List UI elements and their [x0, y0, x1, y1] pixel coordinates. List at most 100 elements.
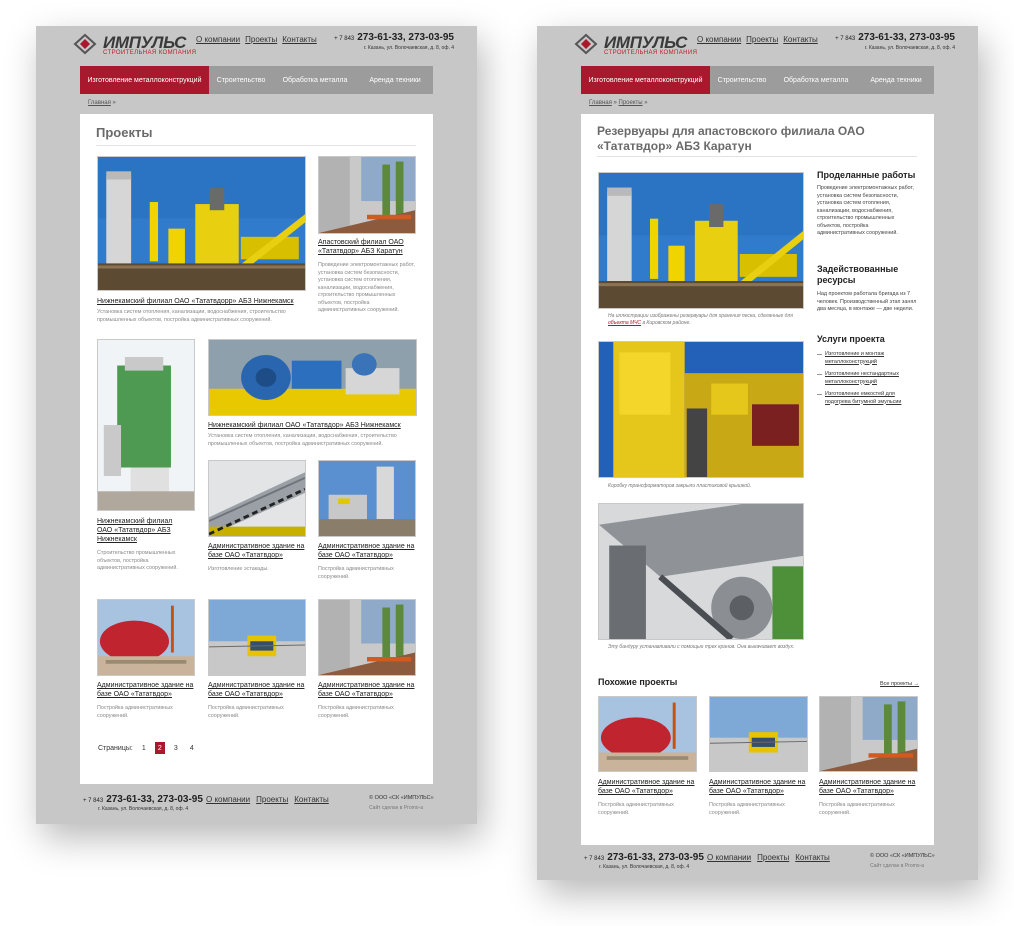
works-text: Проведение электромонтажных работ, устан… — [817, 185, 914, 236]
project-photo[interactable] — [208, 339, 417, 416]
project-link[interactable]: Административное здание на базе ОАО «Тат… — [208, 542, 306, 560]
project-desc: Проведение электромонтажных работ, устан… — [318, 262, 415, 313]
menu-metal-structures[interactable]: Изготовление металлоконструкций — [80, 66, 209, 94]
menu-construction[interactable]: Строительство — [710, 66, 774, 94]
brand-tagline: СТРОИТЕЛЬНАЯ КОМПАНИЯ — [604, 50, 698, 56]
nav-projects[interactable]: Проекты — [245, 35, 277, 44]
project-photo[interactable] — [318, 599, 416, 676]
footer-copyright: © ООО «СК «ИМПУЛЬС» — [870, 853, 935, 859]
footer-nav-contacts[interactable]: Контакты — [795, 853, 830, 862]
project-link[interactable]: Нижнекамский филиал ОАО «Тататвдорр» АБЗ… — [97, 297, 306, 306]
photo-note: На иллюстрации изображены резервуары для… — [608, 313, 793, 326]
project-photo[interactable] — [97, 156, 306, 291]
project-gallery-photo[interactable] — [598, 341, 804, 478]
breadcrumb-home[interactable]: Главная — [88, 100, 111, 106]
project-desc: Постройка административных сооружений. — [97, 705, 173, 719]
project-photo[interactable] — [208, 460, 306, 537]
site-footer: + 7 843 273-61-33, 273-03-95 г. Казань, у… — [537, 852, 978, 880]
footer-nav-projects[interactable]: Проекты — [256, 795, 288, 804]
header-address: г. Казань, ул. Волочаевская, д. 8, оф. 4 — [864, 45, 955, 51]
logo-mark-icon — [574, 33, 598, 55]
similar-project-photo[interactable] — [709, 696, 808, 772]
service-item[interactable]: Изготовление емкостей для подогрева биту… — [817, 391, 919, 406]
project-desc: Установка систем отопления, канализации,… — [97, 309, 286, 323]
footer-made-by[interactable]: Сайт сделан в Promo-a — [870, 863, 924, 869]
footer-nav-about[interactable]: О компании — [206, 795, 250, 804]
project-link[interactable]: Апастовский филиал ОАО «Тататвдор» АБЗ К… — [318, 238, 416, 256]
project-photo[interactable] — [97, 339, 195, 511]
project-link[interactable]: Нижнекамский филиал ОАО «Тататвдор» АБЗ … — [208, 421, 417, 430]
all-projects-link[interactable]: Все проекты → — [880, 681, 919, 687]
page-link[interactable]: 1 — [139, 742, 149, 754]
resources-heading: Задействованные ресурсы — [817, 264, 899, 285]
footer-made-by[interactable]: Сайт сделан в Promo-a — [369, 805, 423, 811]
page-link[interactable]: 3 — [171, 742, 181, 754]
page-link[interactable]: 4 — [187, 742, 197, 754]
project-photo[interactable] — [318, 156, 416, 234]
menu-metal-structures[interactable]: Изготовление металлоконструкций — [581, 66, 710, 94]
nav-about[interactable]: О компании — [697, 35, 741, 44]
main-menu: Изготовление металлоконструкций Строител… — [80, 66, 433, 94]
page-project-detail: ИМПУЛЬС СТРОИТЕЛЬНАЯ КОМПАНИЯ О компании… — [537, 26, 978, 880]
similar-projects-heading: Похожие проекты — [598, 677, 678, 687]
similar-project-link[interactable]: Административное здание на базе ОАО «Тат… — [709, 778, 808, 796]
breadcrumb-projects[interactable]: Проекты — [619, 100, 643, 106]
nav-contacts[interactable]: Контакты — [783, 35, 818, 44]
title-divider — [96, 145, 416, 146]
footer-address: г. Казань, ул. Волочаевская, д. 8, оф. 4 — [599, 864, 690, 870]
logo-mark-icon — [73, 33, 97, 55]
footer-nav-about[interactable]: О компании — [707, 853, 751, 862]
footer-nav-projects[interactable]: Проекты — [757, 853, 789, 862]
menu-construction[interactable]: Строительство — [209, 66, 273, 94]
breadcrumb-home[interactable]: Главная — [589, 100, 612, 106]
similar-project-photo[interactable] — [598, 696, 697, 772]
project-gallery-photo[interactable] — [598, 172, 804, 309]
nav-about[interactable]: О компании — [196, 35, 240, 44]
similar-project-link[interactable]: Административное здание на базе ОАО «Тат… — [598, 778, 697, 796]
project-desc: Строительство промышленных объектов, пос… — [97, 550, 178, 571]
menu-equipment-rental[interactable]: Аренда техники — [357, 66, 433, 94]
project-link[interactable]: Административное здание на базе ОАО «Тат… — [97, 681, 195, 699]
project-link[interactable]: Административное здание на базе ОАО «Тат… — [318, 681, 416, 699]
brand-logo[interactable]: ИМПУЛЬС СТРОИТЕЛЬНАЯ КОМПАНИЯ — [574, 33, 709, 57]
project-gallery-photo[interactable] — [598, 503, 804, 640]
header-phone: + 7 843 273-61-33, 273-03-95 — [835, 32, 955, 43]
title-divider — [597, 156, 917, 157]
project-desc: Постройка административных сооружений. — [208, 705, 284, 719]
content-panel: Резервуары для апастовского филиала ОАО … — [581, 114, 934, 845]
project-link[interactable]: Нижнекамский филиал ОАО «Тататвдор» АБЗ … — [97, 517, 177, 544]
similar-project-photo[interactable] — [819, 696, 918, 772]
project-photo[interactable] — [318, 460, 416, 537]
footer-copyright: © ООО «СК «ИМПУЛЬС» — [369, 795, 434, 801]
footer-nav-contacts[interactable]: Контакты — [294, 795, 329, 804]
photo-note-link[interactable]: объекта МЧС — [608, 320, 641, 326]
project-photo[interactable] — [97, 599, 195, 676]
project-title: Резервуары для апастовского филиала ОАО … — [597, 124, 865, 153]
project-photo[interactable] — [208, 599, 306, 676]
brand-logo[interactable]: ИМПУЛЬС СТРОИТЕЛЬНАЯ КОМПАНИЯ — [73, 33, 208, 57]
header-phone: + 7 843 273-61-33, 273-03-95 — [334, 32, 454, 43]
project-desc: Установка систем отопления, канализации,… — [208, 433, 397, 447]
pagination: Страницы: 1 2 3 4 — [98, 742, 197, 754]
nav-contacts[interactable]: Контакты — [282, 35, 317, 44]
menu-metal-processing[interactable]: Обработка металла — [273, 66, 357, 94]
project-link[interactable]: Административное здание на базе ОАО «Тат… — [318, 542, 416, 560]
similar-project-desc: Постройка административных сооружений. — [709, 802, 785, 816]
similar-project-desc: Постройка административных сооружений. — [598, 802, 674, 816]
brand-tagline: СТРОИТЕЛЬНАЯ КОМПАНИЯ — [103, 50, 197, 56]
page-title: Проекты — [96, 125, 153, 140]
service-item[interactable]: Изготовление нестандартных металлоконстр… — [817, 371, 919, 386]
breadcrumb: Главная » — [88, 100, 116, 106]
nav-projects[interactable]: Проекты — [746, 35, 778, 44]
similar-project-link[interactable]: Административное здание на базе ОАО «Тат… — [819, 778, 918, 796]
header-nav: О компании Проекты Контакты — [196, 35, 317, 44]
project-desc: Постройка административных сооружений. — [318, 566, 394, 580]
main-menu: Изготовление металлоконструкций Строител… — [581, 66, 934, 94]
service-item[interactable]: Изготовление и монтаж металлоконструкций — [817, 351, 919, 366]
project-link[interactable]: Административное здание на базе ОАО «Тат… — [208, 681, 306, 699]
page-link-current[interactable]: 2 — [154, 742, 165, 754]
footer-nav: О компании Проекты Контакты — [707, 853, 830, 862]
menu-equipment-rental[interactable]: Аренда техники — [858, 66, 934, 94]
footer-phone: + 7 843 273-61-33, 273-03-95 — [584, 852, 704, 863]
menu-metal-processing[interactable]: Обработка металла — [774, 66, 858, 94]
